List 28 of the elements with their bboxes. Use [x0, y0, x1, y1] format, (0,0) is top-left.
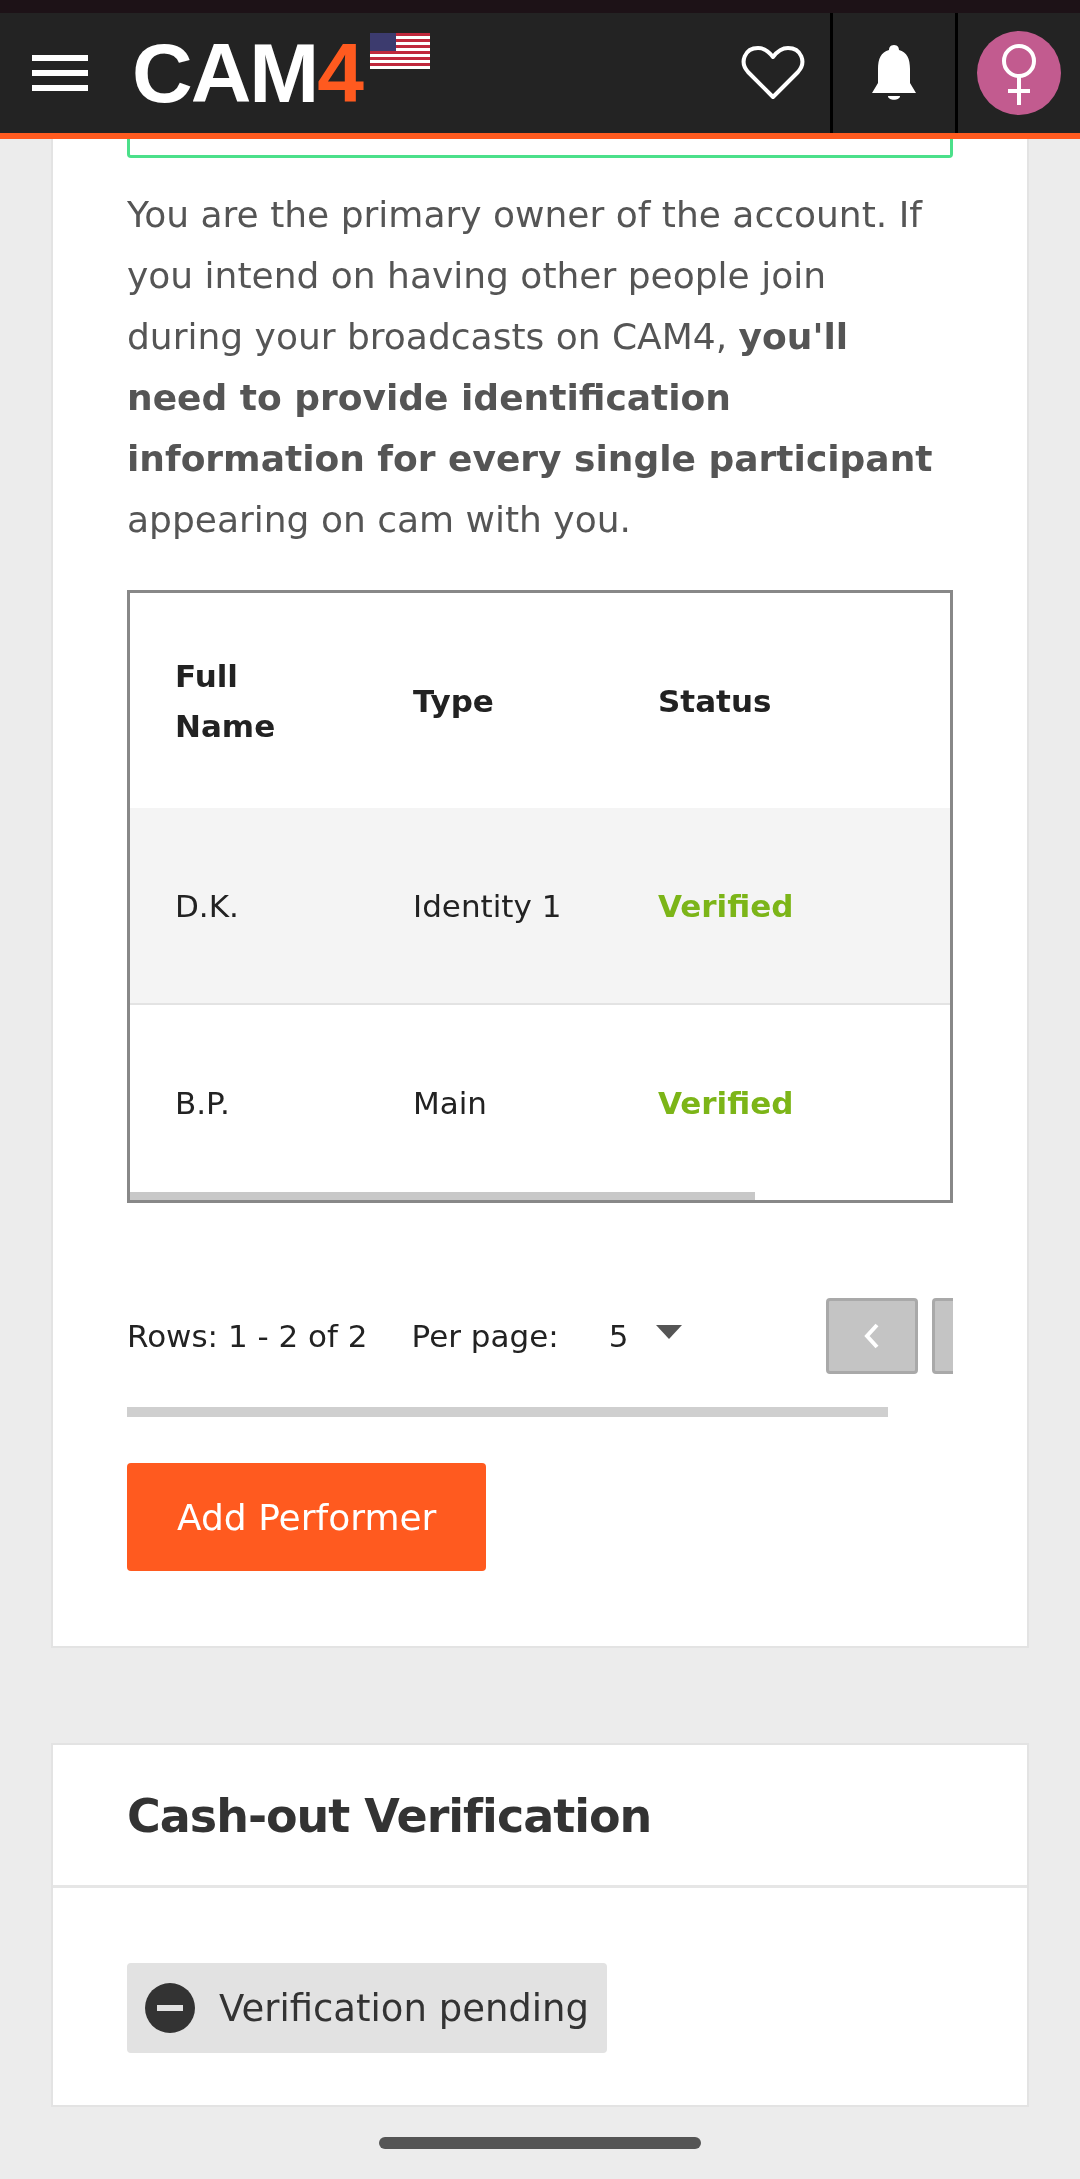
scrollbar[interactable] — [130, 1192, 755, 1200]
table-cell: Main — [413, 1084, 487, 1121]
table-cell: B.P. — [175, 1084, 230, 1121]
menu-icon[interactable] — [32, 53, 88, 93]
table-cell: Identity 1 — [413, 887, 562, 924]
flag-icon — [370, 33, 430, 69]
caret-icon — [656, 1325, 683, 1339]
rows-count: Rows: 1 - 2 of 2 — [127, 1318, 368, 1354]
logo[interactable]: CAM4 — [132, 31, 366, 115]
chevron-left-icon — [864, 1323, 880, 1349]
intro-paragraph: You are the primary owner of the account. If you intend on having other people join during your broadcasts on CAM4, you'll need to provide identification information for every single participant appearing on cam with you. — [127, 193, 934, 542]
column-header: Full Name — [175, 656, 277, 746]
heart-icon[interactable] — [741, 45, 805, 101]
badge-label: Verification pending — [219, 1986, 590, 2030]
card-title: Cash-out Verification — [53, 1745, 1027, 1888]
home-indicator[interactable] — [379, 2137, 701, 2149]
bell-icon[interactable] — [870, 43, 918, 103]
avatar-icon[interactable] — [977, 31, 1061, 115]
scrollbar[interactable] — [127, 1407, 888, 1417]
previous-page-button[interactable] — [826, 1298, 918, 1374]
status-text: Verified — [658, 887, 794, 924]
per-page-select[interactable]: 5 — [608, 1318, 683, 1354]
table-cell: D.K. — [175, 887, 239, 924]
column-header: Type — [413, 681, 494, 721]
column-header: Status — [658, 681, 772, 721]
per-page-label: Per page: — [411, 1318, 559, 1354]
status-text: Verified — [658, 1084, 794, 1121]
minus-circle-icon — [145, 1983, 195, 2033]
